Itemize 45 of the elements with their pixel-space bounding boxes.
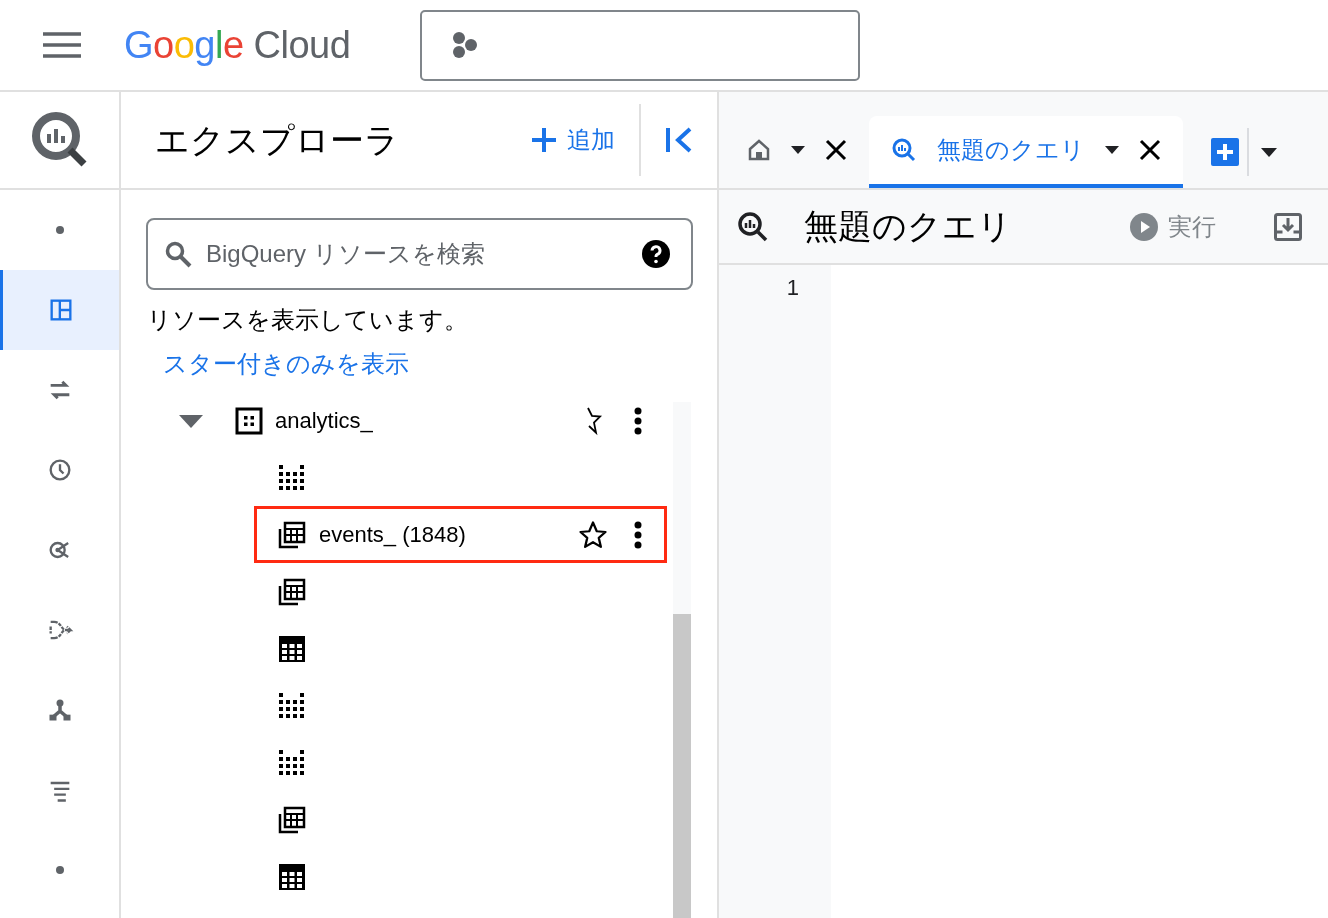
- run-button[interactable]: 実行: [1130, 208, 1216, 245]
- line-number: 1: [786, 274, 799, 302]
- add-button[interactable]: 追加: [531, 122, 639, 158]
- caret-icon[interactable]: [1261, 147, 1277, 157]
- scrollbar-thumb[interactable]: [673, 614, 691, 918]
- table-icon: [277, 861, 307, 892]
- search-field[interactable]: BigQuery リソースを検索: [146, 218, 693, 290]
- dataset-icon: [235, 406, 263, 435]
- panel-title: エクスプローラ: [155, 119, 400, 161]
- query-icon: [891, 137, 917, 163]
- editor-tab[interactable]: 無題のクエリ: [869, 116, 1183, 188]
- rail-item[interactable]: [0, 270, 119, 350]
- close-icon[interactable]: [825, 139, 847, 161]
- search-icon: [164, 240, 192, 268]
- dot-icon: [55, 866, 64, 874]
- dotted-grid-icon: [277, 690, 307, 721]
- table-icon: [277, 633, 307, 664]
- save-icon[interactable]: [1274, 212, 1302, 241]
- query-icon: [737, 210, 769, 243]
- stacked-table-icon: [277, 576, 307, 607]
- starred-only-link[interactable]: スター付きのみを表示: [163, 346, 409, 382]
- tree-item-label[interactable]: analytics_: [275, 404, 373, 437]
- project-picker[interactable]: [420, 9, 861, 81]
- home-icon: [747, 138, 771, 162]
- play-icon: [1130, 212, 1158, 241]
- info-text: リソースを表示しています。: [147, 305, 469, 335]
- stacked-table-icon: [277, 519, 307, 550]
- menu-icon[interactable]: [43, 32, 81, 58]
- stacked-table-icon: [277, 804, 307, 835]
- close-icon[interactable]: [1139, 139, 1161, 161]
- query-title: 無題のクエリ: [804, 206, 1012, 247]
- tree-item-label[interactable]: events_ (1848): [319, 518, 466, 551]
- dotted-grid-icon: [277, 462, 307, 493]
- help-icon[interactable]: [641, 239, 671, 269]
- more-icon[interactable]: [634, 520, 642, 549]
- more-icon[interactable]: [634, 406, 642, 435]
- dot-icon: [55, 226, 64, 234]
- plus-icon: [531, 127, 557, 153]
- new-tab-icon[interactable]: [1211, 138, 1239, 166]
- dotted-grid-icon: [277, 747, 307, 778]
- caret-icon[interactable]: [1105, 146, 1119, 154]
- collapse-icon[interactable]: [665, 127, 693, 153]
- google-cloud-logo[interactable]: Google Cloud: [124, 16, 351, 74]
- caret-icon[interactable]: [791, 146, 805, 154]
- tab-label: 無題のクエリ: [937, 135, 1085, 165]
